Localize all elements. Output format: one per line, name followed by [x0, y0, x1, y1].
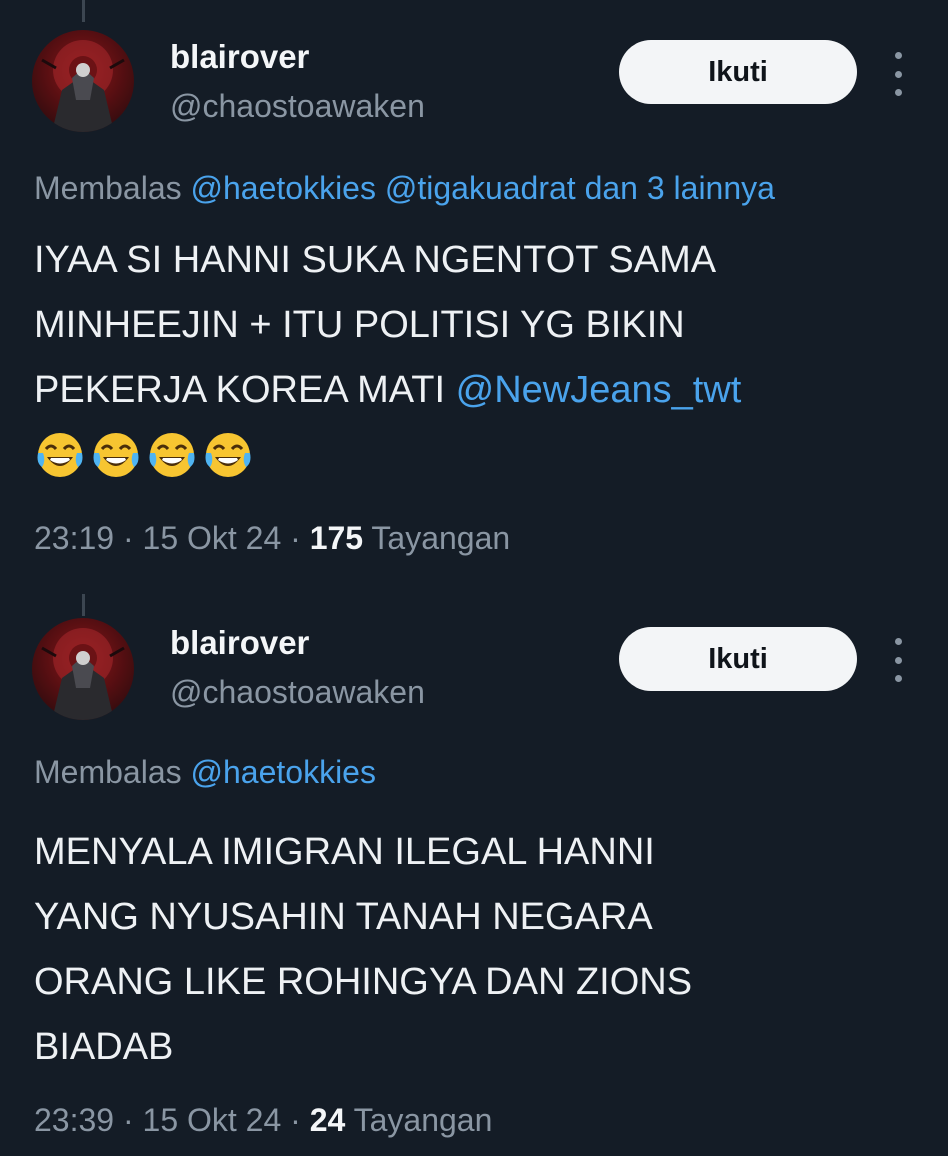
- views-label: Tayangan: [371, 520, 511, 556]
- view-count: 24: [309, 1102, 346, 1138]
- thread-line-top: [82, 0, 85, 22]
- tweet-text-line: PEKERJA KOREA MATI @NewJeans_twt: [34, 358, 914, 423]
- follow-button[interactable]: Ikuti: [619, 627, 857, 691]
- reply-context: Membalas @haetokkies @tigakuadrat dan 3 …: [34, 170, 775, 207]
- avatar[interactable]: [32, 618, 134, 720]
- tweet-meta: 23:19 · 15 Okt 24 · 175 Tayangan: [34, 520, 510, 557]
- avatar-image: [41, 628, 125, 720]
- user-handle[interactable]: @chaostoawaken: [170, 674, 425, 711]
- display-name[interactable]: blairover: [170, 38, 309, 76]
- view-count: 175: [309, 520, 364, 556]
- tweet-text-line: YANG NYUSAHIN TANAH NEGARA: [34, 896, 653, 938]
- user-handle[interactable]: @chaostoawaken: [170, 88, 425, 125]
- mention-link[interactable]: @NewJeans_twt: [456, 369, 742, 411]
- tweet-time[interactable]: 23:39: [34, 1102, 114, 1138]
- reply-prefix: Membalas: [34, 754, 182, 790]
- more-vertical-icon[interactable]: [886, 52, 910, 96]
- more-vertical-icon[interactable]: [886, 638, 910, 682]
- tweet-text-line: ORANG LIKE ROHINGYA DAN ZIONS: [34, 961, 693, 1003]
- reply-prefix: Membalas: [34, 170, 182, 206]
- reply-context: Membalas @haetokkies: [34, 754, 376, 791]
- tweet-date[interactable]: 15 Okt 24: [143, 1102, 282, 1138]
- reply-mentions-link[interactable]: @haetokkies: [191, 754, 376, 790]
- tweet-text-line: MINHEEJIN + ITU POLITISI YG BIKIN: [34, 304, 685, 346]
- tweet-text: MENYALA IMIGRAN ILEGAL HANNI YANG NYUSAH…: [34, 820, 914, 1080]
- avatar-image: [41, 40, 125, 132]
- tears-of-joy-emoji-icon: [149, 433, 195, 477]
- tears-of-joy-emoji-icon: [37, 433, 83, 477]
- reply-mentions-link[interactable]: @haetokkies @tigakuadrat dan 3 lainnya: [191, 170, 775, 206]
- avatar[interactable]: [32, 30, 134, 132]
- tweet-text-line: BIADAB: [34, 1026, 174, 1068]
- tweet-meta: 23:39 · 15 Okt 24 · 24 Tayangan: [34, 1102, 492, 1139]
- meta-separator: ·: [122, 520, 134, 556]
- tweet-text-line: IYAA SI HANNI SUKA NGENTOT SAMA: [34, 239, 717, 281]
- meta-separator: ·: [122, 1102, 134, 1138]
- meta-separator: ·: [290, 1102, 301, 1138]
- tweet-date[interactable]: 15 Okt 24: [143, 520, 282, 556]
- tweet-2[interactable]: blairover @chaostoawaken Ikuti Membalas …: [0, 580, 948, 1156]
- display-name[interactable]: blairover: [170, 624, 309, 662]
- meta-separator: ·: [290, 520, 301, 556]
- emoji-row: [34, 429, 914, 481]
- tweet-text-line: MENYALA IMIGRAN ILEGAL HANNI: [34, 831, 655, 873]
- tweet-time[interactable]: 23:19: [34, 520, 114, 556]
- tweet-text: IYAA SI HANNI SUKA NGENTOT SAMA MINHEEJI…: [34, 228, 914, 481]
- tweet-1[interactable]: blairover @chaostoawaken Ikuti Membalas …: [0, 0, 948, 580]
- follow-button[interactable]: Ikuti: [619, 40, 857, 104]
- tweet-text-segment: PEKERJA KOREA MATI: [34, 369, 446, 411]
- views-label: Tayangan: [353, 1102, 493, 1138]
- thread-line-top: [82, 594, 85, 616]
- tears-of-joy-emoji-icon: [205, 433, 251, 477]
- tears-of-joy-emoji-icon: [93, 433, 139, 477]
